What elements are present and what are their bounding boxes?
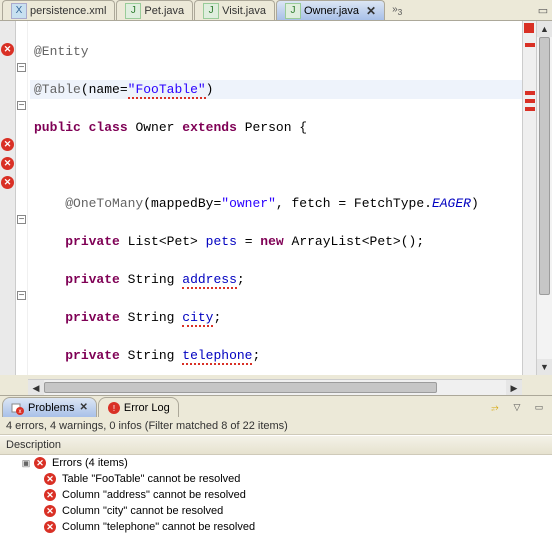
- close-icon[interactable]: ✕: [79, 402, 87, 413]
- table-row[interactable]: ✕ Column "city" cannot be resolved: [0, 503, 552, 519]
- tab-label: Problems: [28, 402, 74, 414]
- table-row[interactable]: ✕ Column "telephone" cannot be resolved: [0, 519, 552, 535]
- java-file-icon: J: [203, 3, 219, 19]
- error-marker-icon[interactable]: ✕: [1, 43, 14, 56]
- scroll-down-icon[interactable]: ▼: [537, 359, 552, 375]
- error-icon: ✕: [44, 489, 56, 501]
- error-marker-icon[interactable]: ✕: [1, 176, 14, 189]
- column-header-description[interactable]: Description: [0, 435, 552, 455]
- problems-tree[interactable]: ▣ ✕ Errors (4 items) ✕ Table "FooTable" …: [0, 455, 552, 535]
- error-icon: ✕: [44, 473, 56, 485]
- code-editor-view: ✕ ✕ ✕ ✕ − − − − @Entity @Table(name="Foo…: [0, 21, 552, 379]
- problem-text: Column "address" cannot be resolved: [58, 489, 246, 501]
- view-menu-icon[interactable]: ▽: [508, 399, 526, 415]
- maximize-icon[interactable]: ▭: [534, 1, 552, 19]
- fold-toggle-icon[interactable]: −: [17, 101, 26, 110]
- java-file-icon: J: [125, 3, 141, 19]
- table-row[interactable]: ✕ Table "FooTable" cannot be resolved: [0, 471, 552, 487]
- problem-text: Table "FooTable" cannot be resolved: [58, 473, 240, 485]
- error-summary-icon: [524, 23, 534, 33]
- xml-file-icon: X: [11, 3, 27, 19]
- problem-text: Column "city" cannot be resolved: [58, 505, 223, 517]
- fold-toggle-icon[interactable]: −: [17, 63, 26, 72]
- filter-icon[interactable]: ⭈: [486, 399, 504, 415]
- code-text-area[interactable]: @Entity @Table(name="FooTable") public c…: [28, 21, 522, 375]
- marker-gutter: ✕ ✕ ✕ ✕: [0, 21, 16, 375]
- problems-tab-bar: x Problems ✕ ! Error Log ⭈ ▽ ▭: [0, 396, 552, 418]
- fold-toggle-icon[interactable]: −: [17, 291, 26, 300]
- expand-toggle-icon[interactable]: ▣: [20, 458, 32, 469]
- group-label: Errors (4 items): [48, 457, 128, 469]
- svg-text:!: !: [113, 404, 115, 413]
- scroll-right-icon[interactable]: ▶: [506, 380, 522, 396]
- table-row[interactable]: ▣ ✕ Errors (4 items): [0, 455, 552, 471]
- scroll-left-icon[interactable]: ◀: [28, 380, 44, 396]
- tab-label: Visit.java: [222, 5, 266, 17]
- error-marker-icon[interactable]: ✕: [1, 157, 14, 170]
- problems-status: 4 errors, 4 warnings, 0 infos (Filter ma…: [0, 418, 552, 435]
- problems-icon: x: [11, 401, 25, 415]
- java-file-icon: J: [285, 3, 301, 19]
- scroll-up-icon[interactable]: ▲: [537, 21, 552, 37]
- tab-overflow[interactable]: »3: [388, 4, 406, 17]
- error-icon: ✕: [44, 505, 56, 517]
- error-log-icon: !: [107, 401, 121, 415]
- tab-owner[interactable]: J Owner.java ✕: [276, 0, 385, 20]
- problem-text: Column "telephone" cannot be resolved: [58, 521, 255, 533]
- overview-ruler[interactable]: [522, 21, 536, 375]
- problems-pane: x Problems ✕ ! Error Log ⭈ ▽ ▭ 4 errors,…: [0, 395, 552, 535]
- error-icon: ✕: [44, 521, 56, 533]
- fold-gutter: − − − −: [16, 21, 28, 375]
- scrollbar-horizontal[interactable]: ◀ ▶: [28, 379, 522, 395]
- tab-error-log[interactable]: ! Error Log: [98, 397, 179, 417]
- tab-label: Pet.java: [144, 5, 184, 17]
- tab-label: persistence.xml: [30, 5, 106, 17]
- close-icon[interactable]: ✕: [366, 4, 376, 18]
- tab-label: Error Log: [124, 402, 170, 414]
- tab-visit[interactable]: J Visit.java: [194, 0, 275, 20]
- tab-pet[interactable]: J Pet.java: [116, 0, 193, 20]
- minimize-icon[interactable]: ▭: [530, 399, 548, 415]
- tab-persistence[interactable]: X persistence.xml: [2, 0, 115, 20]
- tab-problems[interactable]: x Problems ✕: [2, 397, 97, 417]
- table-row[interactable]: ✕ Column "address" cannot be resolved: [0, 487, 552, 503]
- error-marker-icon[interactable]: ✕: [1, 138, 14, 151]
- tab-label: Owner.java: [304, 5, 359, 17]
- error-icon: ✕: [34, 457, 46, 469]
- svg-text:x: x: [19, 409, 22, 415]
- scrollbar-vertical[interactable]: ▲ ▼: [536, 21, 552, 375]
- fold-toggle-icon[interactable]: −: [17, 215, 26, 224]
- editor-tab-bar: X persistence.xml J Pet.java J Visit.jav…: [0, 0, 552, 21]
